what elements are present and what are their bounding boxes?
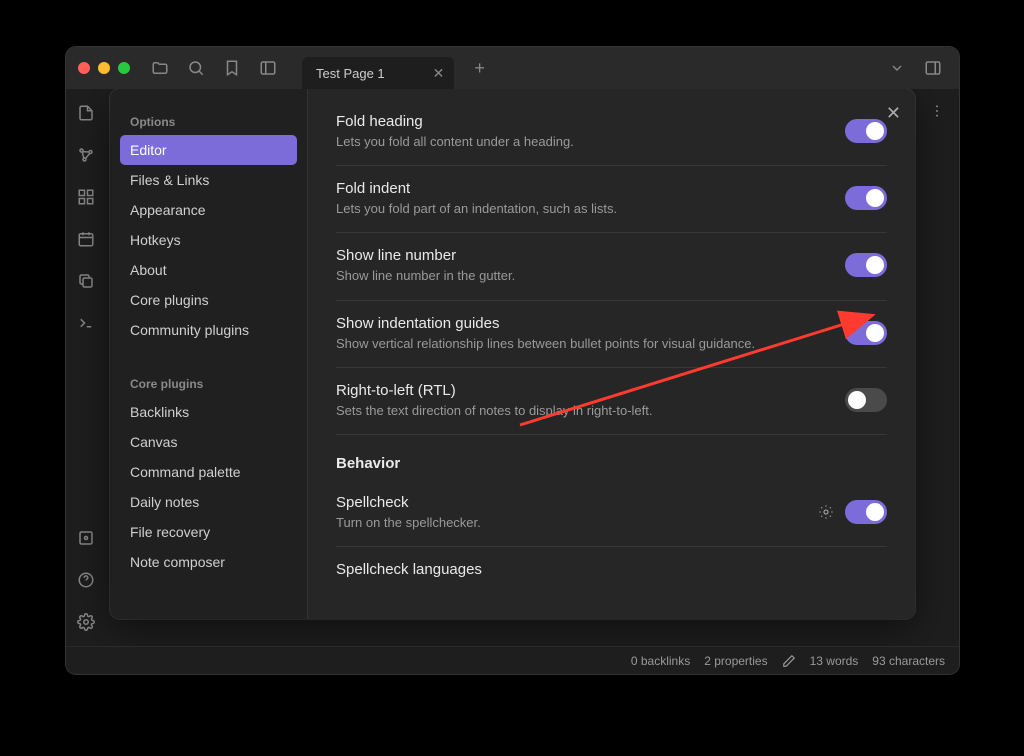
settings-sidebar: Options Editor Files & Links Appearance … (110, 89, 308, 619)
sidebar-item-files-links[interactable]: Files & Links (120, 165, 297, 195)
folder-icon[interactable] (146, 54, 174, 82)
toggle-indentation-guides[interactable] (845, 321, 887, 345)
setting-desc: Lets you fold all content under a headin… (336, 133, 825, 151)
gear-icon[interactable] (817, 503, 835, 521)
vault-icon[interactable] (72, 524, 100, 552)
status-words[interactable]: 13 words (810, 654, 859, 668)
setting-show-line-number: Show line number Show line number in the… (336, 233, 887, 300)
setting-title: Show line number (336, 247, 825, 264)
search-icon[interactable] (182, 54, 210, 82)
toggle-show-line-number[interactable] (845, 253, 887, 277)
pencil-icon[interactable] (782, 654, 796, 668)
app-window: Test Page 1 ✕ + Optio (66, 47, 959, 674)
sidebar-header-core-plugins: Core plugins (120, 369, 297, 397)
settings-modal: Options Editor Files & Links Appearance … (110, 89, 915, 619)
sidebar-item-canvas[interactable]: Canvas (120, 427, 297, 457)
sidebar-item-community-plugins[interactable]: Community plugins (120, 315, 297, 345)
new-tab-button[interactable]: + (474, 58, 485, 79)
setting-desc: Sets the text direction of notes to disp… (336, 402, 825, 420)
left-rail (66, 89, 106, 646)
sidebar-item-about[interactable]: About (120, 255, 297, 285)
help-icon[interactable] (72, 566, 100, 594)
toggle-fold-indent[interactable] (845, 186, 887, 210)
setting-title: Show indentation guides (336, 315, 825, 332)
tab-title: Test Page 1 (312, 66, 425, 81)
traffic-lights (78, 62, 130, 74)
status-characters[interactable]: 93 characters (872, 654, 945, 668)
section-header-behavior: Behavior (336, 435, 887, 480)
sidebar-item-file-recovery[interactable]: File recovery (120, 517, 297, 547)
setting-title: Spellcheck (336, 494, 797, 511)
more-icon[interactable] (929, 103, 945, 119)
setting-title: Right-to-left (RTL) (336, 382, 825, 399)
settings-content: ✕ Fold heading Lets you fold all content… (308, 89, 915, 619)
setting-fold-heading: Fold heading Lets you fold all content u… (336, 99, 887, 166)
sidebar-item-command-palette[interactable]: Command palette (120, 457, 297, 487)
toggle-rtl[interactable] (845, 388, 887, 412)
sidebar-header-options: Options (120, 107, 297, 135)
canvas-icon[interactable] (72, 183, 100, 211)
chevron-down-icon[interactable] (883, 54, 911, 82)
tab-close-icon[interactable]: ✕ (433, 65, 445, 82)
panel-right-icon[interactable] (919, 54, 947, 82)
tab[interactable]: Test Page 1 ✕ (302, 57, 454, 89)
copy-icon[interactable] (72, 267, 100, 295)
sidebar-item-core-plugins[interactable]: Core plugins (120, 285, 297, 315)
statusbar: 0 backlinks 2 properties 13 words 93 cha… (66, 646, 959, 674)
window-minimize-button[interactable] (98, 62, 110, 74)
close-icon[interactable]: ✕ (886, 103, 901, 124)
graph-icon[interactable] (72, 141, 100, 169)
sidebar-item-hotkeys[interactable]: Hotkeys (120, 225, 297, 255)
setting-title: Fold indent (336, 180, 825, 197)
setting-desc: Show line number in the gutter. (336, 267, 825, 285)
calendar-icon[interactable] (72, 225, 100, 253)
window-maximize-button[interactable] (118, 62, 130, 74)
command-icon[interactable] (72, 309, 100, 337)
setting-desc: Lets you fold part of an indentation, su… (336, 200, 825, 218)
setting-title: Fold heading (336, 113, 825, 130)
status-backlinks[interactable]: 0 backlinks (631, 654, 690, 668)
status-properties[interactable]: 2 properties (704, 654, 767, 668)
sidebar-item-editor[interactable]: Editor (120, 135, 297, 165)
settings-icon[interactable] (72, 608, 100, 636)
setting-fold-indent: Fold indent Lets you fold part of an ind… (336, 166, 887, 233)
setting-title: Spellcheck languages (336, 561, 887, 578)
app-body: Options Editor Files & Links Appearance … (66, 89, 959, 646)
sidebar-item-note-composer[interactable]: Note composer (120, 547, 297, 577)
setting-desc: Turn on the spellchecker. (336, 514, 797, 532)
sidebar-item-appearance[interactable]: Appearance (120, 195, 297, 225)
titlebar: Test Page 1 ✕ + (66, 47, 959, 89)
sidebar-item-backlinks[interactable]: Backlinks (120, 397, 297, 427)
setting-indentation-guides: Show indentation guides Show vertical re… (336, 301, 887, 368)
toggle-spellcheck[interactable] (845, 500, 887, 524)
panel-left-icon[interactable] (254, 54, 282, 82)
sidebar-item-daily-notes[interactable]: Daily notes (120, 487, 297, 517)
setting-spellcheck: Spellcheck Turn on the spellchecker. (336, 480, 887, 547)
setting-rtl: Right-to-left (RTL) Sets the text direct… (336, 368, 887, 435)
setting-desc: Show vertical relationship lines between… (336, 335, 825, 353)
bookmark-icon[interactable] (218, 54, 246, 82)
toggle-fold-heading[interactable] (845, 119, 887, 143)
window-close-button[interactable] (78, 62, 90, 74)
setting-spellcheck-languages: Spellcheck languages (336, 547, 887, 581)
file-icon[interactable] (72, 99, 100, 127)
